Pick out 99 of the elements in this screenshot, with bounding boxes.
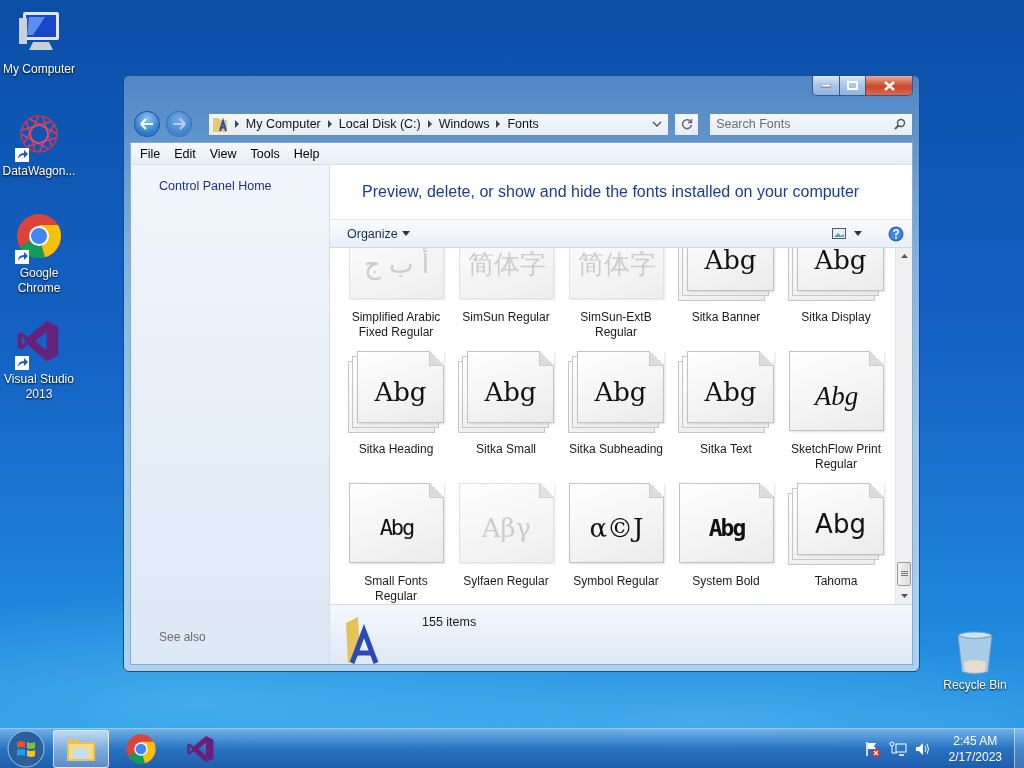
folded-corner-icon — [429, 483, 444, 498]
folded-corner-icon — [759, 351, 774, 366]
chevron-icon — [426, 120, 433, 128]
font-name: Sitka Heading — [357, 442, 435, 458]
menu-item[interactable]: Help — [286, 146, 327, 161]
maximize-button[interactable] — [839, 76, 865, 95]
folded-corner-icon — [539, 483, 554, 498]
folded-corner-icon — [649, 351, 664, 366]
breadcrumb-item[interactable]: Local Disk (C:) — [334, 117, 425, 131]
menu-item[interactable]: Edit — [167, 146, 203, 161]
font-sample: α©J — [589, 515, 644, 541]
down-arrow-icon — [900, 594, 908, 598]
desktop-shortcut[interactable]: Visual Studio 2013 — [0, 318, 79, 402]
font-sample: Abg — [708, 516, 745, 540]
scrollbar[interactable] — [895, 248, 912, 604]
picture-view-icon — [832, 228, 846, 239]
chevron-icon — [326, 120, 333, 128]
chrome-icon — [125, 732, 157, 765]
font-file-icon[interactable]: Abg — [348, 483, 444, 565]
font-sample: Abg — [374, 379, 427, 405]
organize-button[interactable]: Organize — [340, 224, 417, 243]
close-icon — [883, 80, 895, 91]
desktop-shortcut[interactable]: DataWagon... — [0, 110, 79, 179]
chevron-icon — [233, 120, 240, 128]
recycle-bin-icon — [955, 630, 995, 676]
refresh-button[interactable] — [675, 112, 700, 136]
visual-studio-icon — [186, 733, 216, 764]
font-sample: Abg — [815, 511, 866, 537]
start-button[interactable] — [6, 728, 46, 768]
network-icon — [888, 740, 907, 757]
search-icon — [894, 117, 906, 130]
forward-arrow-icon — [171, 118, 186, 130]
page-heading: Preview, delete, or show and hide the fonts installed on your computer — [361, 182, 861, 202]
help-button[interactable] — [888, 225, 904, 242]
clock[interactable]: 2:45 AM 2/17/2023 — [938, 732, 1006, 765]
font-sample: Abg — [379, 517, 414, 539]
menu-item[interactable]: File — [133, 146, 168, 161]
font-sample: Abg — [704, 248, 757, 273]
grip-icon — [900, 571, 908, 577]
item-count: 155 items — [422, 615, 477, 631]
font-name: Small Fonts Regular — [363, 574, 429, 604]
desktop-shortcut[interactable]: My Computer — [0, 8, 79, 77]
back-button[interactable] — [134, 111, 160, 137]
address-bar[interactable]: My Computer Local Disk (C:) Windows Fonts — [207, 112, 670, 136]
font-file-icon[interactable]: α©J — [568, 483, 664, 565]
font-name: Sitka Display — [800, 310, 872, 326]
font-name: System Bold — [691, 574, 761, 590]
chrome-icon — [15, 212, 63, 260]
font-sample: Abg — [704, 379, 757, 405]
back-arrow-icon — [139, 118, 154, 130]
folded-corner-icon — [539, 351, 554, 366]
font-name: Sylfaen Regular — [462, 574, 550, 590]
help-icon — [888, 225, 904, 242]
scroll-thumb[interactable] — [897, 562, 911, 586]
show-desktop-button[interactable] — [1014, 728, 1024, 768]
folded-corner-icon — [429, 351, 444, 366]
font-sample: Abg — [814, 248, 867, 273]
font-name: Sitka Subheading — [567, 442, 665, 458]
menu-item[interactable]: Tools — [243, 146, 287, 161]
maximize-icon — [847, 81, 858, 90]
font-name: SimSun-ExtB Regular — [579, 310, 653, 340]
font-file-icon[interactable]: Abg — [788, 351, 884, 433]
search-field[interactable]: Search Fonts — [709, 112, 913, 136]
font-name: Sitka Banner — [690, 310, 762, 326]
font-sample: Abg — [594, 379, 647, 405]
chevron-icon — [495, 120, 502, 128]
network-button[interactable] — [888, 740, 907, 757]
breadcrumb-item[interactable]: Windows — [434, 117, 494, 131]
font-sample: Abg — [484, 379, 537, 405]
folded-corner-icon — [649, 483, 664, 498]
control-panel-home-link[interactable]: Control Panel Home — [159, 179, 329, 193]
fonts-folder-icon — [211, 115, 230, 133]
font-name: SimSun Regular — [461, 310, 551, 326]
font-name: Tahoma — [813, 574, 859, 590]
caret-icon — [401, 231, 410, 236]
font-name: Sitka Text — [699, 442, 753, 458]
font-name: SketchFlow Print Regular — [790, 442, 882, 472]
font-name: Simplified Arabic Fixed Regular — [350, 310, 442, 340]
breadcrumb-item[interactable]: My Computer — [241, 117, 325, 131]
see-also-heading: See also — [159, 630, 207, 644]
close-button[interactable] — [865, 76, 912, 95]
font-sample: Abg — [814, 382, 859, 410]
font-file-icon[interactable]: Abg — [678, 483, 774, 565]
folded-corner-icon — [759, 483, 774, 498]
menu-item[interactable]: View — [202, 146, 244, 161]
desktop-shortcut[interactable]: Google Chrome — [0, 212, 79, 296]
flag-icon — [864, 740, 881, 757]
font-name: Sitka Small — [475, 442, 537, 458]
breadcrumb-item[interactable]: Fonts — [503, 117, 543, 131]
action-center-button[interactable] — [864, 740, 881, 757]
folded-corner-icon — [869, 351, 884, 366]
up-arrow-icon — [900, 254, 908, 258]
dropdown-caret-icon[interactable] — [652, 121, 663, 127]
folded-corner-icon — [869, 483, 884, 498]
caret-icon — [854, 231, 862, 236]
font-name: Symbol Regular — [572, 574, 660, 590]
taskbar-app[interactable] — [53, 729, 109, 768]
minimize-icon — [821, 83, 831, 88]
refresh-icon — [680, 118, 693, 130]
